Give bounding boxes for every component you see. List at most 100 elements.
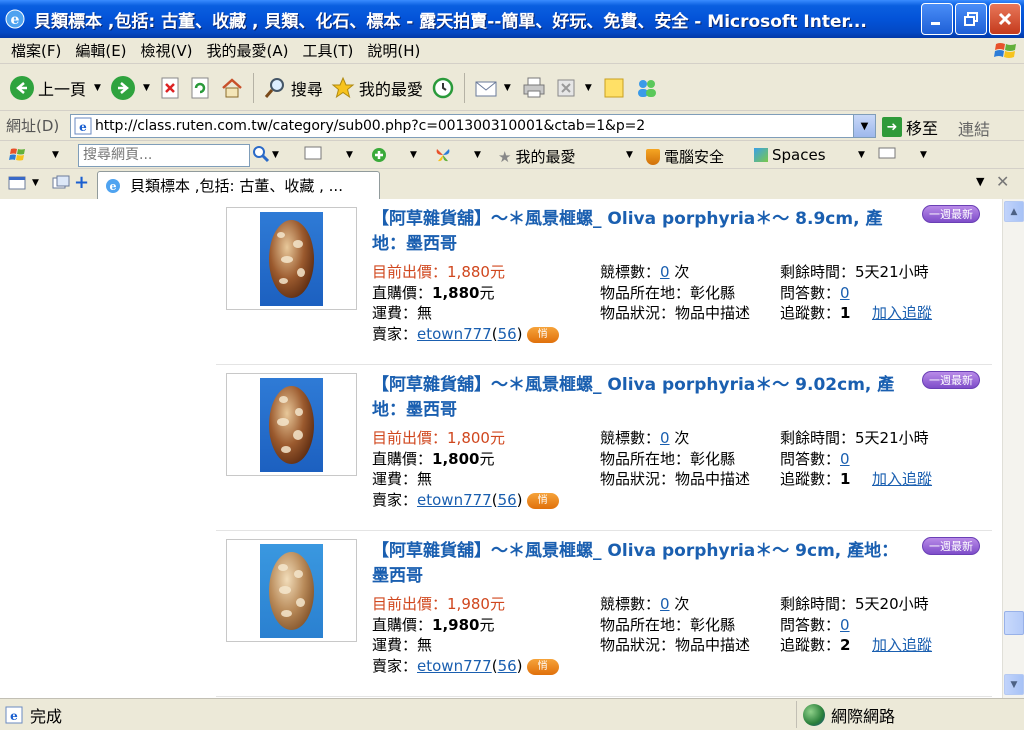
favorites-center-icon[interactable] — [8, 175, 26, 195]
home-button[interactable] — [216, 70, 248, 106]
seller-rating-link[interactable]: 56 — [498, 491, 517, 509]
favorites-dropdown-icon[interactable]: ▼ — [626, 150, 633, 160]
seller-rating-link[interactable]: 56 — [498, 657, 517, 675]
favorites-link[interactable]: ★ 我的最愛 — [498, 146, 575, 167]
chat-icon[interactable]: 悄 — [526, 326, 559, 343]
shield-icon — [646, 148, 660, 165]
bids-count-link[interactable]: 0 — [660, 595, 670, 613]
sticky-note-icon — [604, 78, 624, 97]
favorites-button[interactable]: 我的最愛 — [327, 70, 427, 106]
condition-value: 物品中描述 — [675, 636, 751, 654]
item-thumbnail[interactable] — [226, 539, 357, 642]
quick-tabs-icon[interactable] — [52, 175, 70, 195]
mail-dropdown-icon[interactable]: ▼ — [346, 150, 353, 160]
seller-link[interactable]: etown777 — [417, 491, 492, 509]
scroll-down-icon[interactable]: ▼ — [1004, 674, 1024, 695]
page-icon — [557, 79, 575, 96]
menu-tools[interactable]: 工具(T) — [295, 40, 360, 61]
mail-preview-icon[interactable] — [304, 146, 322, 160]
history-button[interactable] — [427, 70, 459, 106]
current-price: 1,800元 — [447, 429, 505, 447]
item-thumbnail[interactable] — [226, 373, 357, 476]
seller-link[interactable]: etown777 — [417, 325, 492, 343]
menu-edit[interactable]: 編輯(E) — [68, 40, 133, 61]
windows-live-icon[interactable] — [8, 146, 28, 164]
seller-rating-link[interactable]: 56 — [498, 325, 517, 343]
bids-count-link[interactable]: 0 — [660, 429, 670, 447]
favorites-center-dropdown-icon[interactable]: ▼ — [32, 178, 39, 188]
print-icon — [523, 77, 545, 97]
vertical-scrollbar[interactable]: ▲ ▼ — [1002, 199, 1024, 698]
mail-dropdown-icon[interactable]: ▼ — [504, 83, 511, 93]
item-thumbnail[interactable] — [226, 207, 357, 310]
menu-file[interactable]: 檔案(F) — [4, 40, 68, 61]
close-tab-icon[interactable]: ✕ — [996, 172, 1009, 191]
search-dropdown-icon[interactable]: ▼ — [272, 150, 279, 160]
messenger-icon — [637, 79, 656, 97]
add-to-watchlist-link[interactable]: 加入追蹤 — [872, 470, 932, 488]
spaces-link[interactable]: Spaces — [754, 146, 826, 164]
menu-favorites[interactable]: 我的最愛(A) — [200, 40, 296, 61]
security-link[interactable]: 電腦安全 — [646, 146, 724, 167]
scroll-up-icon[interactable]: ▲ — [1004, 201, 1024, 222]
links-button[interactable]: 連結 — [958, 116, 990, 140]
live-dropdown-icon[interactable]: ▼ — [52, 150, 59, 160]
security-zone[interactable]: 網際網路 — [796, 701, 1024, 728]
chat-icon[interactable]: 悄 — [526, 658, 559, 675]
address-dropdown-icon[interactable]: ▼ — [853, 115, 875, 137]
back-button[interactable]: 上一頁 — [6, 70, 90, 106]
menu-view[interactable]: 檢視(V) — [134, 40, 200, 61]
forward-button[interactable] — [107, 70, 139, 106]
stop-button[interactable] — [156, 70, 186, 106]
go-button[interactable]: ➜ 移至 — [882, 115, 938, 139]
questions-count-link[interactable]: 0 — [840, 450, 850, 468]
search-button[interactable]: 搜尋 — [259, 70, 327, 106]
buy-now-price: 1,980 — [432, 616, 480, 634]
messenger-button[interactable] — [630, 70, 664, 106]
close-button[interactable] — [989, 3, 1021, 35]
status-bar: e 完成 網際網路 — [0, 698, 1024, 730]
refresh-button[interactable] — [186, 70, 216, 106]
minimize-button[interactable] — [921, 3, 953, 35]
web-search-button[interactable] — [252, 145, 270, 163]
olive-shell-image — [269, 386, 314, 464]
buy-now-price: 1,800 — [432, 450, 480, 468]
address-input[interactable]: e http://class.ruten.com.tw/category/sub… — [70, 114, 876, 138]
onenote-dropdown-icon[interactable]: ▼ — [920, 150, 927, 160]
add-tab-icon[interactable]: + — [74, 172, 89, 193]
back-dropdown-icon[interactable]: ▼ — [94, 83, 101, 93]
maximize-button[interactable] — [955, 3, 987, 35]
tab-list-dropdown-icon[interactable]: ▼ — [976, 175, 984, 188]
questions-count-link[interactable]: 0 — [840, 616, 850, 634]
add-to-watchlist-link[interactable]: 加入追蹤 — [872, 636, 932, 654]
menu-help[interactable]: 說明(H) — [360, 40, 427, 61]
add-to-watchlist-link[interactable]: 加入追蹤 — [872, 304, 932, 322]
mail-button[interactable] — [470, 70, 504, 106]
stop-icon — [161, 77, 179, 98]
menu-bar: 檔案(F) 編輯(E) 檢視(V) 我的最愛(A) 工具(T) 說明(H) — [0, 38, 1024, 64]
butterfly-icon[interactable] — [434, 146, 452, 164]
butterfly-dropdown-icon[interactable]: ▼ — [474, 150, 481, 160]
add-icon[interactable] — [370, 146, 388, 164]
chat-icon[interactable]: 悄 — [526, 492, 559, 509]
time-left-value: 5天21小時 — [855, 429, 929, 447]
questions-count-link[interactable]: 0 — [840, 284, 850, 302]
item-title-link[interactable]: 【阿草雜貨舖】～＊風景榧螺_ Oliva porphyria＊～ 8.9cm, … — [372, 207, 912, 257]
add-dropdown-icon[interactable]: ▼ — [410, 150, 417, 160]
page-button[interactable] — [551, 70, 581, 106]
web-search-input[interactable]: 搜尋網頁... — [78, 144, 250, 167]
notes-button[interactable] — [598, 70, 630, 106]
spaces-dropdown-icon[interactable]: ▼ — [858, 150, 865, 160]
onenote-icon[interactable] — [878, 146, 896, 160]
item-title-link[interactable]: 【阿草雜貨舖】～＊風景榧螺_ Oliva porphyria＊～ 9cm, 產地… — [372, 539, 912, 589]
scroll-thumb[interactable] — [1004, 611, 1024, 635]
forward-dropdown-icon[interactable]: ▼ — [143, 83, 150, 93]
seller-link[interactable]: etown777 — [417, 657, 492, 675]
bids-count-link[interactable]: 0 — [660, 263, 670, 281]
item-title-link[interactable]: 【阿草雜貨舖】～＊風景榧螺_ Oliva porphyria＊～ 9.02cm,… — [372, 373, 912, 423]
olive-shell-image — [269, 220, 314, 298]
page-done-icon: e — [5, 706, 23, 723]
tab-active[interactable]: e 貝類標本 ,包括: 古董、收藏 , ... — [97, 171, 380, 199]
print-button[interactable] — [517, 70, 551, 106]
page-dropdown-icon[interactable]: ▼ — [585, 83, 592, 93]
